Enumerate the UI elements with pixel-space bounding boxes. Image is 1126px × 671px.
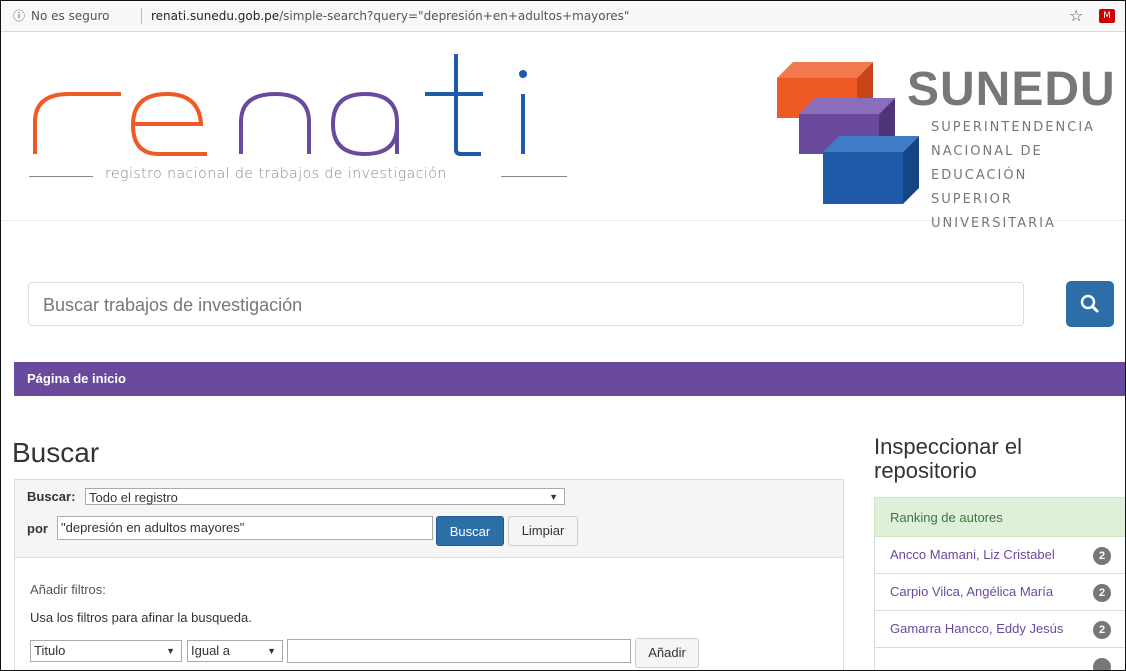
security-label: No es seguro [31, 9, 110, 23]
sunedu-line-2: NACIONAL DE EDUCACIÓN [931, 144, 1043, 183]
query-input[interactable]: "depresión en adultos mayores" [57, 516, 433, 540]
site-header: registro nacional de trabajos de investi… [1, 32, 1125, 231]
scope-label: Buscar: [27, 489, 76, 504]
filters-hint: Usa los filtros para afinar la busqueda. [30, 610, 252, 625]
ranking-item[interactable]: Gamarra Hancco, Eddy Jesús 2 [874, 611, 1125, 648]
filter-field-select[interactable]: Titulo ▼ [30, 640, 182, 662]
bookmark-star-icon[interactable]: ☆ [1069, 1, 1083, 31]
breadcrumb-bar: Página de inicio [14, 362, 1125, 396]
author-name: Carpio Vilca, Angélica María [890, 584, 1054, 599]
url-text[interactable]: renati.sunedu.gob.pe/simple-search?query… [151, 1, 629, 31]
logo-letter-e [130, 91, 207, 156]
extension-icon[interactable]: M [1099, 9, 1115, 23]
ranking-item[interactable] [874, 648, 1125, 670]
logo-letter-a [330, 91, 399, 157]
limpiar-button[interactable]: Limpiar [508, 516, 578, 546]
logo-letter-t [425, 54, 483, 156]
address-bar[interactable]: ⓘ No es seguro renati.sunedu.gob.pe/simp… [1, 1, 1125, 32]
scope-select[interactable]: Todo el registro ▼ [85, 488, 565, 505]
search-form-panel: Buscar: Todo el registro ▼ por "depresió… [14, 479, 844, 670]
block-orange-top [777, 62, 873, 78]
filters-title: Añadir filtros: [30, 582, 106, 597]
search-icon [1080, 294, 1099, 313]
tagline-text: registro nacional de trabajos de investi… [105, 166, 447, 182]
count-badge: 2 [1093, 547, 1111, 565]
logo-letter-r [33, 92, 121, 154]
count-badge: 2 [1093, 621, 1111, 639]
buscar-button[interactable]: Buscar [436, 516, 504, 546]
tagline-line-left [29, 176, 93, 177]
block-purple-top [799, 98, 895, 114]
count-badge: 2 [1093, 584, 1111, 602]
chevron-down-icon: ▼ [166, 646, 175, 656]
sunedu-wordmark: SUNEDU [907, 63, 1116, 116]
home-link[interactable]: Página de inicio [27, 371, 126, 386]
chevron-down-icon: ▼ [549, 492, 558, 502]
sunedu-subtitle: SUPERINTENDENCIA NACIONAL DE EDUCACIÓN S… [931, 116, 1125, 236]
sunedu-line-1: SUPERINTENDENCIA [931, 120, 1096, 135]
divider [141, 8, 142, 24]
author-name: Gamarra Hancco, Eddy Jesús [890, 621, 1064, 636]
count-badge [1093, 658, 1111, 670]
por-label: por [27, 521, 48, 536]
logo-letter-n [239, 91, 311, 154]
filter-operator-value: Igual a [191, 643, 231, 658]
sidebar-title: Inspeccionar el repositorio [874, 434, 1022, 483]
page-title: Buscar [12, 437, 100, 468]
browser-window: ⓘ No es seguro renati.sunedu.gob.pe/simp… [0, 0, 1126, 671]
renati-logo[interactable] [21, 50, 561, 160]
sunedu-line-3: SUPERIOR UNIVERSITARIA [931, 192, 1056, 231]
query-section: Buscar: Todo el registro ▼ por "depresió… [15, 480, 843, 558]
block-blue-top [823, 136, 919, 152]
filter-field-value: Titulo [34, 643, 66, 658]
block-blue-front [823, 152, 903, 204]
scope-value: Todo el registro [89, 490, 178, 505]
author-ranking: Ranking de autores Ancco Mamani, Liz Cri… [874, 497, 1125, 670]
search-button[interactable] [1066, 281, 1114, 327]
tagline-line-right [501, 176, 567, 177]
logo-dot [519, 70, 527, 78]
add-filter-button[interactable]: Añadir [635, 638, 699, 668]
ranking-header: Ranking de autores [874, 497, 1125, 537]
author-name: Ancco Mamani, Liz Cristabel [890, 547, 1055, 562]
info-icon[interactable]: ⓘ [13, 1, 25, 31]
filter-value-input[interactable] [287, 639, 631, 663]
main-search-input[interactable]: Buscar trabajos de investigación [28, 282, 1024, 326]
sunedu-cubes-logo[interactable] [771, 54, 921, 214]
url-path: /simple-search?query="depresión+en+adult… [279, 9, 630, 23]
ranking-item[interactable]: Ancco Mamani, Liz Cristabel 2 [874, 537, 1125, 574]
url-host: renati.sunedu.gob.pe [151, 9, 280, 23]
ranking-item[interactable]: Carpio Vilca, Angélica María 2 [874, 574, 1125, 611]
filter-operator-select[interactable]: Igual a ▼ [187, 640, 283, 662]
chevron-down-icon: ▼ [267, 646, 276, 656]
renati-tagline: registro nacional de trabajos de investi… [29, 166, 569, 186]
